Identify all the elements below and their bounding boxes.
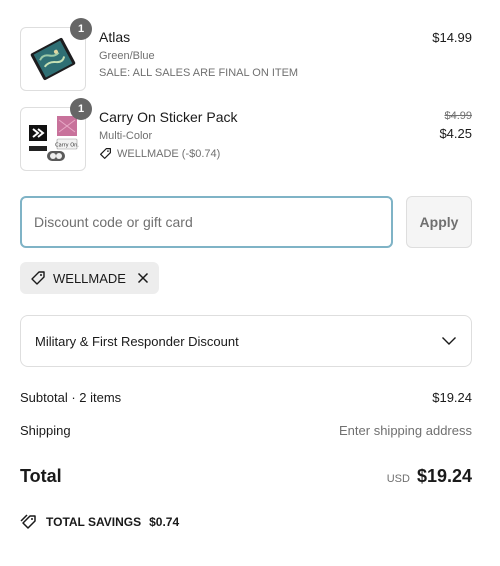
- svg-text:Carry On.: Carry On.: [55, 143, 79, 149]
- item-name: Atlas: [99, 29, 131, 45]
- item-price: $4.99 $4.25: [439, 110, 472, 141]
- discount-program-select[interactable]: Military & First Responder Discount: [20, 315, 472, 367]
- chevron-down-icon: [442, 337, 456, 345]
- total-row: Total USD $19.24: [20, 466, 472, 487]
- applied-code-label: WELLMADE: [53, 270, 126, 286]
- subtotal-label: Subtotal · 2 items: [20, 390, 122, 405]
- item-variant: Green/Blue: [99, 50, 155, 62]
- applied-discount-chip: WELLMADE: [20, 262, 159, 294]
- apply-button[interactable]: Apply: [406, 196, 472, 248]
- savings-label: TOTAL SAVINGS: [46, 515, 142, 529]
- cart-line-item: 1 Atlas Green/Blue SALE: ALL SALES ARE F…: [20, 18, 472, 91]
- tag-icon: [100, 148, 111, 159]
- total-label: Total: [20, 466, 62, 486]
- original-price: $4.99: [444, 110, 472, 122]
- quantity-badge: 1: [70, 98, 92, 120]
- remove-code-button[interactable]: [137, 272, 149, 284]
- item-variant: Multi-Color: [99, 130, 153, 142]
- currency-code: USD: [386, 473, 410, 485]
- item-discount-note: WELLMADE (-$0.74): [99, 147, 237, 160]
- close-icon: [137, 272, 148, 284]
- savings-value: $0.74: [149, 515, 180, 529]
- tag-icon: [31, 271, 45, 285]
- cart-line-item: Carry On. 1 Carry On Sticker Pack Multi-…: [20, 98, 472, 171]
- shipping-row: Shipping Enter shipping address: [20, 423, 472, 438]
- shipping-label: Shipping: [20, 423, 71, 438]
- shipping-value: Enter shipping address: [339, 423, 472, 438]
- savings-tag-icon: [20, 514, 36, 529]
- item-price: $14.99: [432, 30, 472, 45]
- subtotal-value: $19.24: [432, 390, 472, 405]
- subtotal-row: Subtotal · 2 items $19.24: [20, 390, 472, 405]
- total-amount: $19.24: [416, 466, 472, 486]
- discounted-price: $4.25: [439, 126, 472, 141]
- total-savings: TOTAL SAVINGS $0.74: [20, 514, 179, 530]
- discount-code-input[interactable]: [20, 196, 393, 248]
- item-name: Carry On Sticker Pack: [99, 109, 238, 125]
- item-sale-note: SALE: ALL SALES ARE FINAL ON ITEM: [99, 67, 299, 79]
- quantity-badge: 1: [70, 18, 92, 40]
- program-label: Military & First Responder Discount: [35, 333, 239, 349]
